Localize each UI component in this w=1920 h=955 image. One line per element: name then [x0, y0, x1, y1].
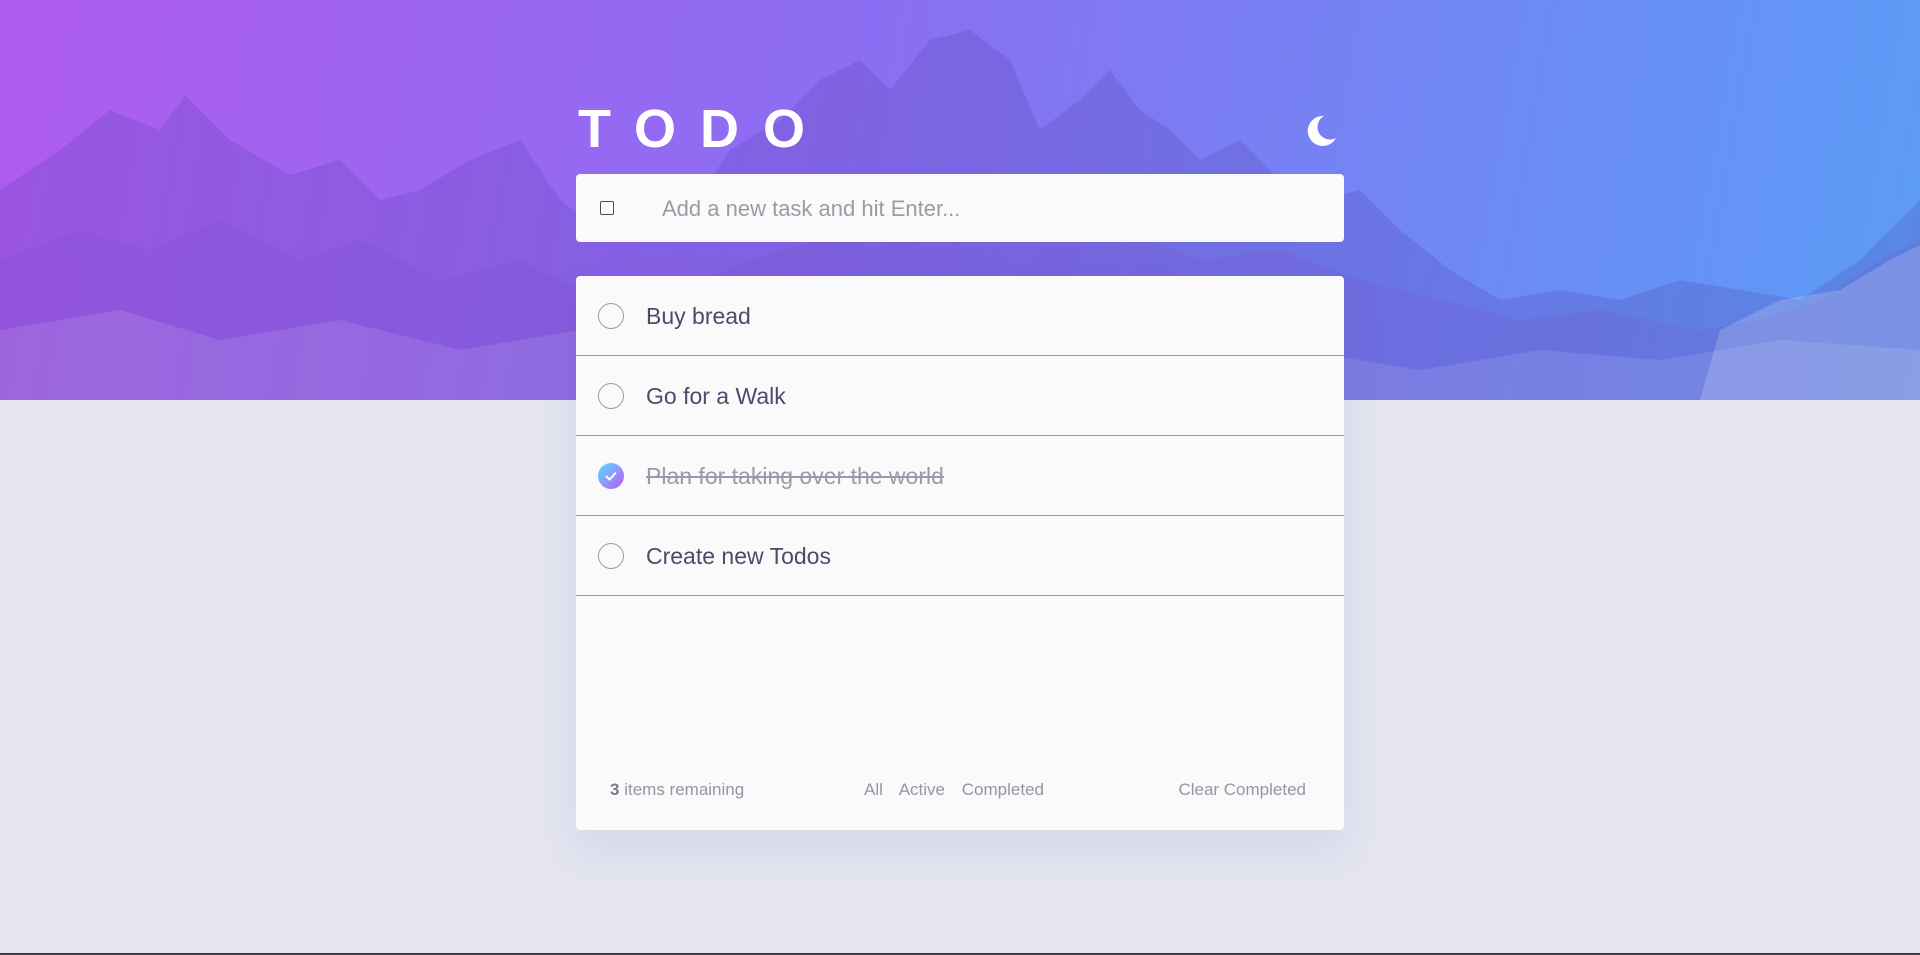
new-task-form [576, 174, 1344, 242]
filter-active[interactable]: Active [899, 780, 945, 799]
checkmark-icon [605, 471, 617, 481]
filter-group: All Active Completed [864, 780, 1056, 800]
todo-item-text[interactable]: Plan for taking over the world [646, 462, 944, 490]
todo-item-text[interactable]: Go for a Walk [646, 382, 786, 410]
items-remaining-label: items remaining [624, 780, 745, 799]
moon-icon [1307, 115, 1336, 146]
todo-complete-checkbox[interactable] [598, 463, 624, 489]
todo-item-text[interactable]: Create new Todos [646, 542, 831, 570]
todo-item-completed: Plan for taking over the world [576, 436, 1344, 516]
todo-item: Buy bread [576, 276, 1344, 356]
todo-item-text[interactable]: Buy bread [646, 302, 751, 330]
todo-footer: 3 items remaining All Active Completed C… [576, 750, 1344, 830]
theme-toggle-button[interactable] [1302, 112, 1340, 150]
filter-all[interactable]: All [864, 780, 883, 799]
todo-app: TODO Buy bread Go for a Walk Plan for ta… [576, 96, 1344, 830]
toggle-all-checkbox[interactable] [600, 201, 614, 215]
todo-complete-checkbox[interactable] [598, 303, 624, 329]
app-header: TODO [576, 96, 1344, 174]
app-title: TODO [578, 99, 830, 159]
new-task-input[interactable] [660, 186, 1324, 232]
items-remaining: 3 items remaining [610, 780, 744, 800]
items-remaining-count: 3 [610, 780, 620, 799]
todo-item: Create new Todos [576, 516, 1344, 596]
todo-complete-checkbox[interactable] [598, 383, 624, 409]
todo-list: Buy bread Go for a Walk Plan for taking … [576, 276, 1344, 830]
clear-completed-button[interactable]: Clear Completed [1178, 780, 1306, 800]
filter-completed[interactable]: Completed [962, 780, 1044, 799]
todo-item: Go for a Walk [576, 356, 1344, 436]
todo-complete-checkbox[interactable] [598, 543, 624, 569]
